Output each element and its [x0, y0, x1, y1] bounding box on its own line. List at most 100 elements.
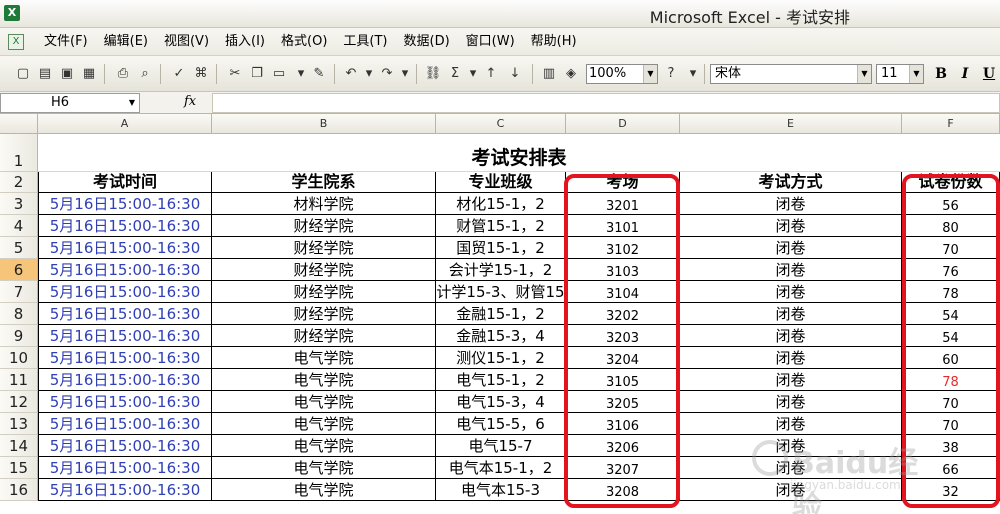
- bold-button[interactable]: B: [932, 65, 950, 83]
- row-header-1[interactable]: 1: [0, 134, 38, 172]
- data-cell[interactable]: 5月16日15:00-16:30: [38, 435, 212, 457]
- row-header-5[interactable]: 5: [0, 237, 38, 259]
- data-cell[interactable]: 5月16日15:00-16:30: [38, 303, 212, 325]
- menu-edit[interactable]: 编辑(E): [96, 28, 156, 56]
- row-header-9[interactable]: 9: [0, 325, 38, 347]
- data-cell[interactable]: 闭卷: [680, 369, 902, 391]
- chevron-down-icon[interactable]: ▼: [643, 65, 657, 83]
- print-preview-icon[interactable]: ⌕: [136, 65, 154, 83]
- data-cell[interactable]: 测仪15-1，2: [436, 347, 566, 369]
- data-cell[interactable]: 材化15-1，2: [436, 193, 566, 215]
- column-header-d[interactable]: D: [566, 114, 680, 134]
- redo-dropdown-icon[interactable]: ▾: [396, 65, 414, 83]
- data-cell[interactable]: 5月16日15:00-16:30: [38, 281, 212, 303]
- print-icon[interactable]: ⎙: [114, 65, 132, 83]
- data-cell[interactable]: 电气15-7: [436, 435, 566, 457]
- header-cell-b[interactable]: 学生院系: [212, 172, 436, 193]
- row-header-16[interactable]: 16: [0, 479, 38, 501]
- data-cell[interactable]: 电气本15-1，2: [436, 457, 566, 479]
- row-header-2[interactable]: 2: [0, 172, 38, 193]
- data-cell[interactable]: 5月16日15:00-16:30: [38, 259, 212, 281]
- help-icon[interactable]: ?: [662, 65, 680, 83]
- drawing-icon[interactable]: ◈: [562, 65, 580, 83]
- data-cell[interactable]: 闭卷: [680, 215, 902, 237]
- data-cell[interactable]: 闭卷: [680, 281, 902, 303]
- name-box[interactable]: H6 ▼: [0, 93, 140, 113]
- italic-button[interactable]: I: [956, 65, 974, 83]
- insert-function-icon[interactable]: fx: [184, 94, 196, 109]
- sort-ascending-icon[interactable]: ↑: [482, 65, 500, 83]
- row-header-10[interactable]: 10: [0, 347, 38, 369]
- column-header-c[interactable]: C: [436, 114, 566, 134]
- row-header-6[interactable]: 6: [0, 259, 38, 281]
- data-cell[interactable]: 电气15-1，2: [436, 369, 566, 391]
- data-cell[interactable]: 金融15-1，2: [436, 303, 566, 325]
- excel-app-icon[interactable]: X: [4, 5, 20, 21]
- autosum-dropdown-icon[interactable]: ▾: [464, 65, 482, 83]
- header-cell-c[interactable]: 专业班级: [436, 172, 566, 193]
- data-cell[interactable]: 会计学15-1，2: [436, 259, 566, 281]
- formula-input[interactable]: [212, 93, 1000, 113]
- open-icon[interactable]: ▤: [36, 65, 54, 83]
- data-cell[interactable]: 闭卷: [680, 193, 902, 215]
- menu-view[interactable]: 视图(V): [156, 28, 217, 56]
- data-cell[interactable]: 5月16日15:00-16:30: [38, 479, 212, 501]
- workbook-icon[interactable]: X: [8, 34, 24, 50]
- new-icon[interactable]: ▢: [14, 65, 32, 83]
- data-cell[interactable]: 闭卷: [680, 347, 902, 369]
- data-cell[interactable]: 电气15-5，6: [436, 413, 566, 435]
- sheet-title[interactable]: 考试安排表: [38, 134, 1000, 172]
- undo-dropdown-icon[interactable]: ▾: [360, 65, 378, 83]
- data-cell[interactable]: 财经学院: [212, 303, 436, 325]
- data-cell[interactable]: 电气本15-3: [436, 479, 566, 501]
- header-cell-a[interactable]: 考试时间: [38, 172, 212, 193]
- paste-icon[interactable]: ▭: [270, 65, 288, 83]
- data-cell[interactable]: 闭卷: [680, 325, 902, 347]
- data-cell[interactable]: 5月16日15:00-16:30: [38, 457, 212, 479]
- paste-dropdown-icon[interactable]: ▾: [292, 65, 310, 83]
- row-header-14[interactable]: 14: [0, 435, 38, 457]
- redo-icon[interactable]: ↷: [378, 65, 396, 83]
- column-header-b[interactable]: B: [212, 114, 436, 134]
- menu-data[interactable]: 数据(D): [396, 28, 458, 56]
- sort-descending-icon[interactable]: ↓: [506, 65, 524, 83]
- data-cell[interactable]: 计学15-3、财管15: [436, 281, 566, 303]
- data-cell[interactable]: 电气学院: [212, 391, 436, 413]
- spelling-icon[interactable]: ✓: [170, 65, 188, 83]
- research-icon[interactable]: ⌘: [192, 65, 210, 83]
- chevron-down-icon[interactable]: ▼: [909, 65, 923, 83]
- data-cell[interactable]: 国贸15-1，2: [436, 237, 566, 259]
- column-header-f[interactable]: F: [902, 114, 1000, 134]
- undo-icon[interactable]: ↶: [342, 65, 360, 83]
- menu-format[interactable]: 格式(O): [273, 28, 335, 56]
- data-cell[interactable]: 电气学院: [212, 479, 436, 501]
- menu-window[interactable]: 窗口(W): [458, 28, 523, 56]
- data-cell[interactable]: 5月16日15:00-16:30: [38, 193, 212, 215]
- data-cell[interactable]: 5月16日15:00-16:30: [38, 325, 212, 347]
- column-header-a[interactable]: A: [38, 114, 212, 134]
- data-cell[interactable]: 财经学院: [212, 259, 436, 281]
- data-cell[interactable]: 闭卷: [680, 303, 902, 325]
- row-header-8[interactable]: 8: [0, 303, 38, 325]
- data-cell[interactable]: 电气学院: [212, 369, 436, 391]
- toolbar-options-icon[interactable]: ▾: [684, 65, 702, 83]
- font-name-select[interactable]: 宋体 ▼: [710, 64, 872, 84]
- select-all-button[interactable]: [0, 114, 38, 134]
- data-cell[interactable]: 财管15-1，2: [436, 215, 566, 237]
- data-cell[interactable]: 财经学院: [212, 281, 436, 303]
- data-cell[interactable]: 闭卷: [680, 391, 902, 413]
- menu-tools[interactable]: 工具(T): [335, 28, 395, 56]
- data-cell[interactable]: 5月16日15:00-16:30: [38, 347, 212, 369]
- data-cell[interactable]: 5月16日15:00-16:30: [38, 369, 212, 391]
- chevron-down-icon[interactable]: ▼: [125, 94, 139, 112]
- permission-icon[interactable]: ▦: [80, 65, 98, 83]
- data-cell[interactable]: 电气学院: [212, 413, 436, 435]
- row-header-7[interactable]: 7: [0, 281, 38, 303]
- data-cell[interactable]: 5月16日15:00-16:30: [38, 237, 212, 259]
- chart-wizard-icon[interactable]: ▥: [540, 65, 558, 83]
- row-header-4[interactable]: 4: [0, 215, 38, 237]
- row-header-13[interactable]: 13: [0, 413, 38, 435]
- menu-file[interactable]: 文件(F): [36, 28, 96, 56]
- row-header-12[interactable]: 12: [0, 391, 38, 413]
- format-painter-icon[interactable]: ✎: [310, 65, 328, 83]
